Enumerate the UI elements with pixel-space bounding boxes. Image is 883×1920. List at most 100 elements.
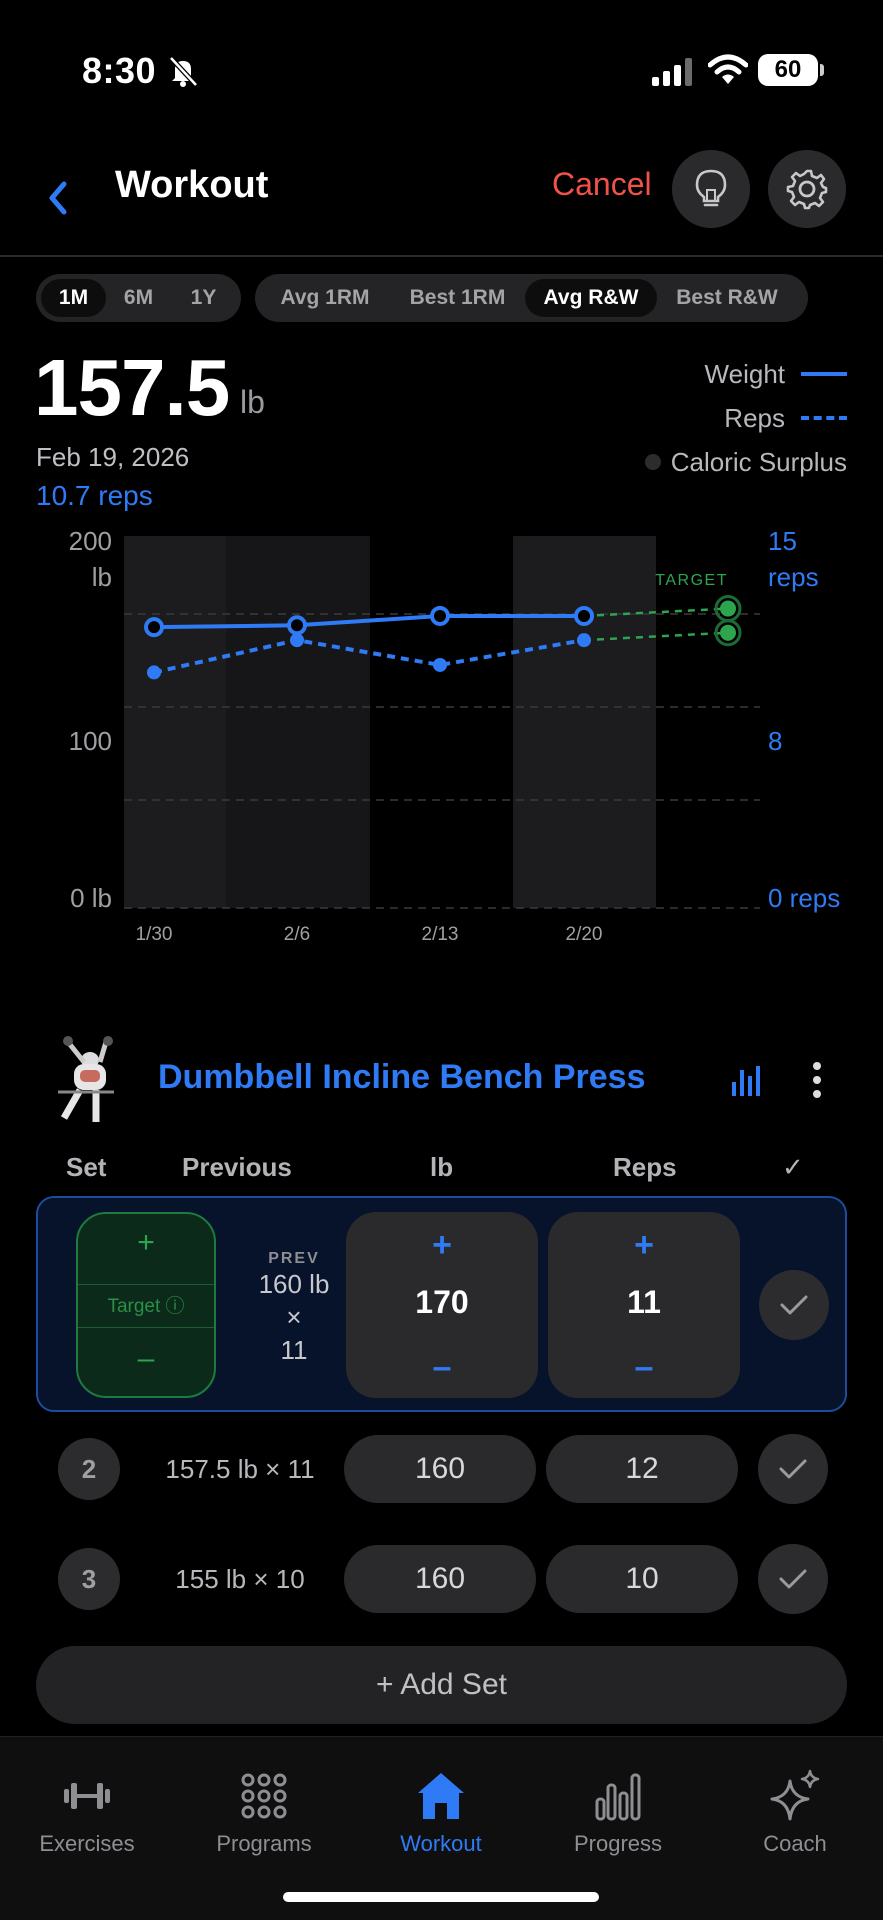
- y-axis-label-left: lb: [92, 562, 112, 592]
- data-point-reps: [290, 633, 304, 648]
- y-axis-label-left: 0 lb: [70, 883, 112, 913]
- column-weight: lb: [430, 1152, 454, 1182]
- bell-muted-icon: [169, 56, 198, 87]
- data-point-reps: [577, 633, 591, 648]
- data-point-reps: [433, 657, 447, 672]
- set-weight-input[interactable]: 160: [344, 1545, 536, 1613]
- weight-stepper: + 170 –: [346, 1212, 538, 1398]
- column-set: Set: [66, 1152, 107, 1182]
- data-point-weight: [430, 605, 450, 626]
- chart-legend: Weight Reps Caloric Surplus: [644, 352, 847, 484]
- y-axis-label-right: 8: [768, 726, 782, 756]
- grid-dots-icon: [241, 1773, 287, 1819]
- tips-button[interactable]: [672, 150, 750, 228]
- checkmark-icon: [779, 1459, 807, 1479]
- home-icon: [418, 1773, 464, 1819]
- tab-progress[interactable]: Progress: [543, 1769, 693, 1857]
- metric-tab-avg-rw[interactable]: Avg R&W: [525, 279, 657, 317]
- more-vertical-icon[interactable]: [805, 1060, 829, 1100]
- complete-set-button[interactable]: [758, 1544, 828, 1614]
- metric-selector: Avg 1RM Best 1RM Avg R&W Best R&W: [255, 274, 808, 322]
- tab-programs[interactable]: Programs: [189, 1769, 339, 1857]
- set-weight-input[interactable]: 160: [344, 1435, 536, 1503]
- tab-label: Coach: [763, 1831, 827, 1856]
- complete-set-button[interactable]: [759, 1270, 829, 1340]
- set-number[interactable]: 2: [58, 1438, 120, 1500]
- legend-surplus: Caloric Surplus: [644, 440, 847, 484]
- exercise-name[interactable]: Dumbbell Incline Bench Press: [158, 1058, 645, 1097]
- legend-reps-label: Reps: [724, 402, 785, 433]
- summary-unit: lb: [240, 384, 265, 420]
- range-tab-6m[interactable]: 6M: [106, 279, 171, 317]
- chart-week-band: [124, 536, 226, 908]
- legend-surplus-dot: [644, 454, 661, 470]
- column-done: ✓: [782, 1152, 804, 1182]
- summary-date: Feb 19, 2026: [36, 442, 190, 472]
- legend-solid-line: [801, 372, 847, 376]
- prev-reps: 11: [280, 1335, 308, 1365]
- set-previous[interactable]: 155 lb × 10: [150, 1564, 330, 1595]
- prev-values: 160 lb × 11: [234, 1268, 354, 1367]
- dumbbell-icon: [64, 1783, 110, 1809]
- status-bar: 8:30 60: [0, 0, 883, 140]
- reps-decrement-button[interactable]: –: [548, 1348, 740, 1387]
- legend-weight-label: Weight: [704, 358, 785, 389]
- set-number[interactable]: 3: [58, 1548, 120, 1610]
- complete-set-button[interactable]: [758, 1434, 828, 1504]
- summary-reps: 10.7 reps: [36, 480, 153, 511]
- prev-times: ×: [286, 1302, 302, 1332]
- range-tab-1y[interactable]: 1Y: [171, 279, 236, 317]
- target-decrement-button[interactable]: –: [78, 1342, 214, 1376]
- progress-chart[interactable]: 200 lb 100 0 lb 15 reps 8 0 reps 1/30 2/6 2/13 2/20…: [0, 520, 883, 960]
- bar-chart-icon[interactable]: [730, 1062, 764, 1096]
- y-axis-label-left: 200: [69, 526, 112, 556]
- data-point-weight: [287, 615, 307, 636]
- target-stepper[interactable]: + Target ⓘ –: [76, 1212, 216, 1398]
- home-indicator: [283, 1892, 599, 1902]
- tab-workout[interactable]: Workout: [366, 1769, 516, 1857]
- y-axis-label-right: 0 reps: [768, 883, 840, 913]
- tab-exercises[interactable]: Exercises: [12, 1769, 162, 1857]
- prev-weight: 160 lb: [258, 1269, 330, 1299]
- tab-label: Progress: [573, 1831, 663, 1856]
- target-point: [720, 600, 736, 617]
- target-increment-button[interactable]: +: [78, 1226, 214, 1260]
- x-axis-label: 2/6: [284, 924, 310, 945]
- sparkles-icon: [770, 1769, 820, 1821]
- set-previous[interactable]: 157.5 lb × 11: [150, 1454, 330, 1485]
- reps-increment-button[interactable]: +: [548, 1226, 740, 1265]
- weight-increment-button[interactable]: +: [346, 1226, 538, 1265]
- target-label: TARGET: [655, 572, 728, 589]
- data-point-reps: [147, 665, 161, 680]
- column-reps: Reps: [613, 1152, 677, 1182]
- legend-dashed-line: [801, 416, 847, 420]
- weight-value[interactable]: 170: [346, 1284, 538, 1321]
- reps-value[interactable]: 11: [548, 1284, 740, 1321]
- column-previous: Previous: [182, 1152, 292, 1182]
- range-selector: 1M 6M 1Y: [36, 274, 241, 322]
- legend-surplus-label: Caloric Surplus: [670, 446, 847, 477]
- tab-label: Programs: [216, 1831, 312, 1856]
- set-reps-input[interactable]: 10: [546, 1545, 738, 1613]
- x-axis-label: 2/20: [566, 924, 603, 945]
- summary-value: 157.5: [34, 343, 230, 432]
- metric-tab-avg-1rm[interactable]: Avg 1RM: [260, 279, 390, 317]
- range-tab-1m[interactable]: 1M: [41, 279, 106, 317]
- legend-weight: Weight: [645, 352, 847, 396]
- weight-decrement-button[interactable]: –: [346, 1348, 538, 1387]
- tab-label: Workout: [400, 1831, 482, 1856]
- y-axis-label-left: 100: [69, 726, 112, 756]
- tab-coach[interactable]: Coach: [720, 1769, 870, 1857]
- metric-tab-best-1rm[interactable]: Best 1RM: [390, 279, 525, 317]
- chevron-left-icon[interactable]: [40, 172, 76, 224]
- add-set-button[interactable]: + Add Set: [36, 1646, 847, 1724]
- set-reps-input[interactable]: 12: [546, 1435, 738, 1503]
- metric-tab-best-rw[interactable]: Best R&W: [657, 279, 797, 317]
- settings-button[interactable]: [768, 150, 846, 228]
- cancel-button[interactable]: Cancel: [552, 166, 652, 203]
- target-label[interactable]: Target ⓘ: [78, 1284, 214, 1328]
- battery-tip: [820, 64, 824, 76]
- exercise-thumbnail[interactable]: [50, 1032, 124, 1132]
- chart-week-band: [226, 536, 370, 908]
- active-set-row: + Target ⓘ – PREV 160 lb × 11 + 170 – + …: [36, 1196, 847, 1412]
